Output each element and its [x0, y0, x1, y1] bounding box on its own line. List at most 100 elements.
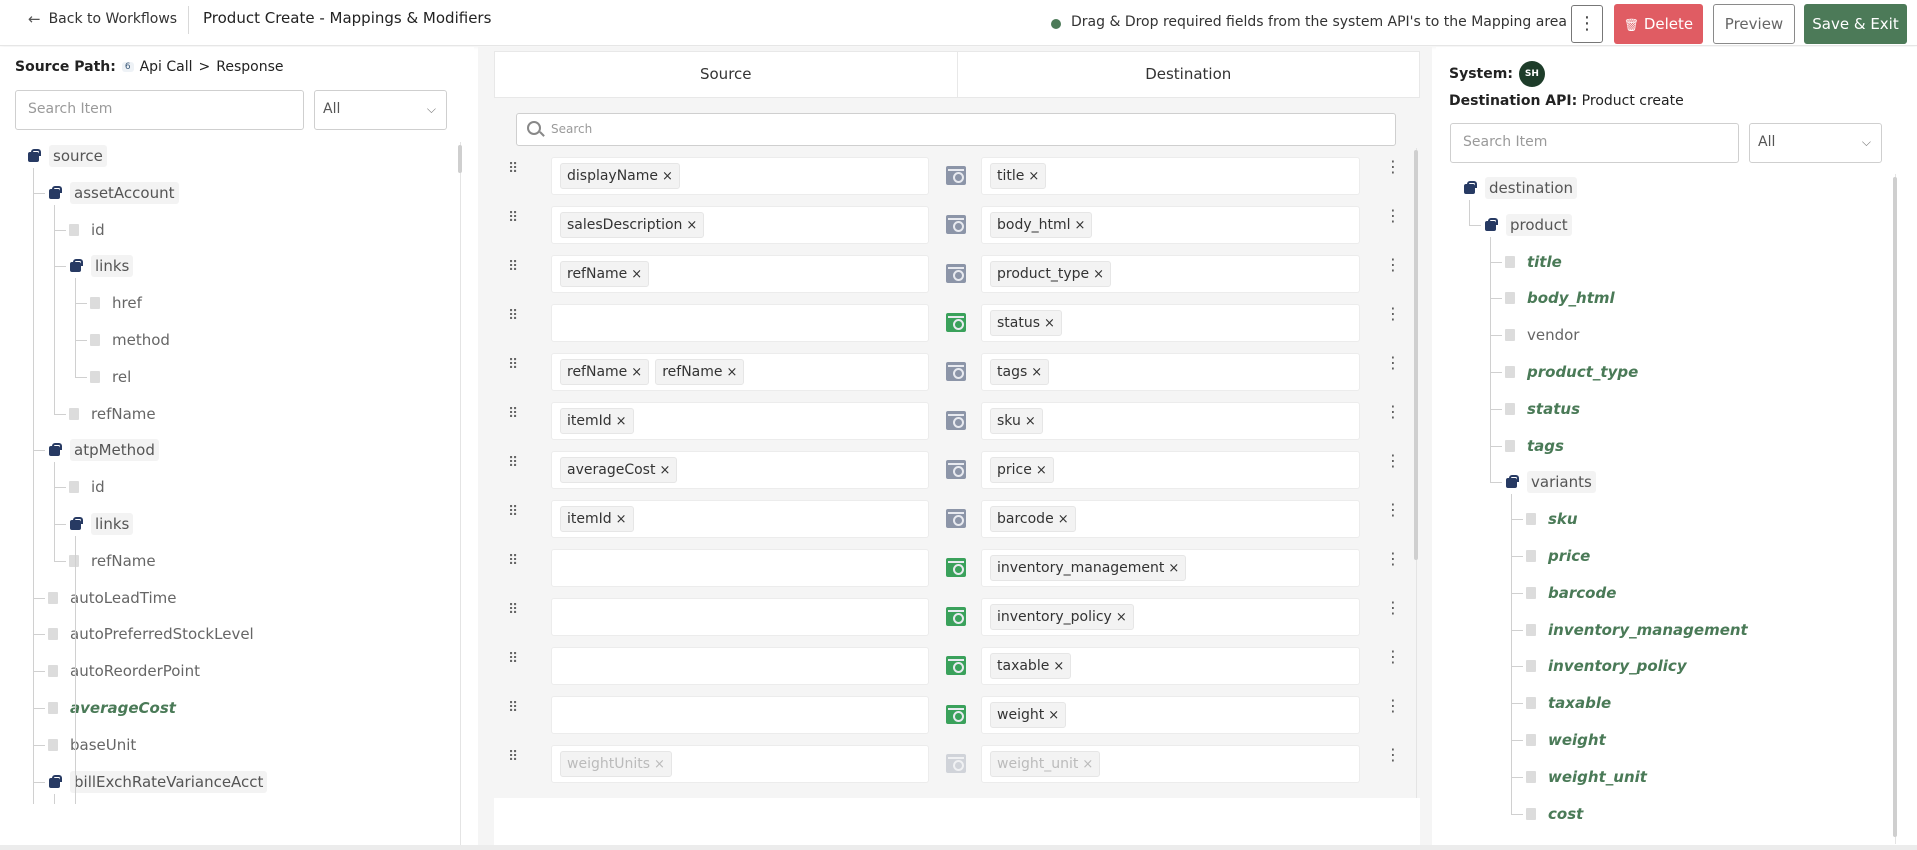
right-tree-node[interactable]: taxable: [1526, 689, 1615, 717]
source-drop-cell[interactable]: refName ×: [551, 255, 929, 293]
modifier-icon[interactable]: [946, 705, 966, 724]
remove-icon[interactable]: ×: [616, 414, 627, 429]
source-path-api[interactable]: Api Call: [140, 59, 193, 75]
remove-icon[interactable]: ×: [654, 757, 665, 772]
drag-handle-icon[interactable]: ⠿: [508, 309, 522, 331]
left-tree-node[interactable]: links: [69, 252, 134, 280]
modifier-icon[interactable]: [946, 460, 966, 479]
left-tree-node[interactable]: assetAccount: [48, 179, 179, 207]
modifier-icon[interactable]: [946, 411, 966, 430]
remove-icon[interactable]: ×: [659, 463, 670, 478]
remove-icon[interactable]: ×: [686, 218, 697, 233]
source-drop-cell[interactable]: itemId ×: [551, 402, 929, 440]
right-tree-node[interactable]: weight: [1526, 726, 1610, 754]
modifier-icon[interactable]: [946, 509, 966, 528]
left-tree-node[interactable]: method: [90, 326, 174, 354]
destination-scrollbar[interactable]: [1893, 177, 1897, 837]
remove-icon[interactable]: ×: [662, 169, 673, 184]
modifier-icon[interactable]: [946, 264, 966, 283]
remove-icon[interactable]: ×: [1058, 512, 1069, 527]
destination-field-chip[interactable]: barcode ×: [990, 506, 1076, 532]
row-menu-icon[interactable]: ⋮: [1385, 208, 1401, 233]
preview-button[interactable]: Preview: [1713, 4, 1795, 44]
source-field-chip[interactable]: averageCost ×: [560, 457, 678, 483]
destination-drop-cell[interactable]: inventory_management ×: [981, 549, 1360, 587]
row-menu-icon[interactable]: ⋮: [1385, 649, 1401, 674]
right-tree-node[interactable]: title: [1505, 248, 1566, 276]
destination-drop-cell[interactable]: taxable ×: [981, 647, 1360, 685]
left-tree-node[interactable]: averageCost: [48, 694, 180, 722]
source-field-chip[interactable]: itemId ×: [560, 408, 634, 434]
left-tree-node[interactable]: rel: [90, 363, 135, 391]
right-tree-node[interactable]: tags: [1505, 432, 1568, 460]
save-and-exit-button[interactable]: Save & Exit: [1804, 4, 1907, 44]
delete-button[interactable]: 🗑 Delete: [1614, 4, 1703, 44]
row-menu-icon[interactable]: ⋮: [1385, 747, 1401, 772]
remove-icon[interactable]: ×: [1036, 463, 1047, 478]
modifier-icon[interactable]: [946, 362, 966, 381]
remove-icon[interactable]: ×: [1048, 708, 1059, 723]
modifier-icon[interactable]: [946, 607, 966, 626]
destination-drop-cell[interactable]: barcode ×: [981, 500, 1360, 538]
remove-icon[interactable]: ×: [1025, 414, 1036, 429]
left-tree-node[interactable]: atpMethod: [48, 436, 159, 464]
source-drop-cell[interactable]: [551, 304, 929, 342]
tab-destination[interactable]: Destination: [956, 52, 1420, 97]
right-tree-node[interactable]: weight_unit: [1526, 763, 1651, 791]
source-path-response[interactable]: Response: [216, 59, 283, 75]
right-tree-node[interactable]: destination: [1463, 174, 1578, 202]
right-tree-node[interactable]: inventory_management: [1526, 616, 1752, 644]
destination-field-chip[interactable]: inventory_policy ×: [990, 604, 1134, 630]
back-to-workflows-link[interactable]: ← Back to Workflows: [28, 10, 177, 28]
source-drop-cell[interactable]: [551, 549, 929, 587]
row-menu-icon[interactable]: ⋮: [1385, 698, 1401, 723]
left-tree-node[interactable]: autoPreferredStockLevel: [48, 620, 258, 648]
row-menu-icon[interactable]: ⋮: [1385, 404, 1401, 429]
remove-icon[interactable]: ×: [631, 267, 642, 282]
source-drop-cell[interactable]: [551, 598, 929, 636]
right-tree-node[interactable]: vendor: [1505, 321, 1583, 349]
drag-handle-icon[interactable]: ⠿: [508, 407, 522, 429]
more-options-button[interactable]: ⋮: [1571, 5, 1603, 43]
destination-field-chip[interactable]: sku ×: [990, 408, 1043, 434]
destination-search-input[interactable]: Search Item: [1450, 123, 1739, 163]
destination-field-chip[interactable]: product_type ×: [990, 261, 1112, 287]
source-drop-cell[interactable]: displayName ×: [551, 157, 929, 195]
destination-field-chip[interactable]: taxable ×: [990, 653, 1072, 679]
destination-drop-cell[interactable]: body_html ×: [981, 206, 1360, 244]
remove-icon[interactable]: ×: [1082, 757, 1093, 772]
source-filter-select[interactable]: All ⌵: [314, 90, 447, 130]
destination-drop-cell[interactable]: price ×: [981, 451, 1360, 489]
destination-drop-cell[interactable]: weight_unit ×: [981, 745, 1360, 783]
destination-drop-cell[interactable]: title ×: [981, 157, 1360, 195]
source-field-chip[interactable]: displayName ×: [560, 163, 680, 189]
source-drop-cell[interactable]: [551, 647, 929, 685]
destination-drop-cell[interactable]: inventory_policy ×: [981, 598, 1360, 636]
drag-handle-icon[interactable]: ⠿: [508, 162, 522, 184]
destination-drop-cell[interactable]: sku ×: [981, 402, 1360, 440]
left-tree-node[interactable]: refName: [69, 547, 160, 575]
right-tree-node[interactable]: product_type: [1505, 358, 1642, 386]
remove-icon[interactable]: ×: [1053, 659, 1064, 674]
row-menu-icon[interactable]: ⋮: [1385, 453, 1401, 478]
remove-icon[interactable]: ×: [1044, 316, 1055, 331]
destination-drop-cell[interactable]: status ×: [981, 304, 1360, 342]
row-menu-icon[interactable]: ⋮: [1385, 551, 1401, 576]
destination-drop-cell[interactable]: product_type ×: [981, 255, 1360, 293]
row-menu-icon[interactable]: ⋮: [1385, 306, 1401, 331]
destination-field-chip[interactable]: weight ×: [990, 702, 1067, 728]
drag-handle-icon[interactable]: ⠿: [508, 260, 522, 282]
mapping-search-input[interactable]: Search: [516, 113, 1396, 146]
row-menu-icon[interactable]: ⋮: [1385, 600, 1401, 625]
drag-handle-icon[interactable]: ⠿: [508, 750, 522, 772]
drag-handle-icon[interactable]: ⠿: [508, 603, 522, 625]
remove-icon[interactable]: ×: [1116, 610, 1127, 625]
row-menu-icon[interactable]: ⋮: [1385, 159, 1401, 184]
source-field-chip[interactable]: salesDescription ×: [560, 212, 705, 238]
source-drop-cell[interactable]: refName × refName ×: [551, 353, 929, 391]
left-tree-node[interactable]: autoReorderPoint: [48, 657, 204, 685]
row-menu-icon[interactable]: ⋮: [1385, 502, 1401, 527]
right-tree-node[interactable]: sku: [1526, 505, 1582, 533]
source-field-chip[interactable]: refName ×: [560, 359, 650, 385]
source-field-chip[interactable]: itemId ×: [560, 506, 634, 532]
